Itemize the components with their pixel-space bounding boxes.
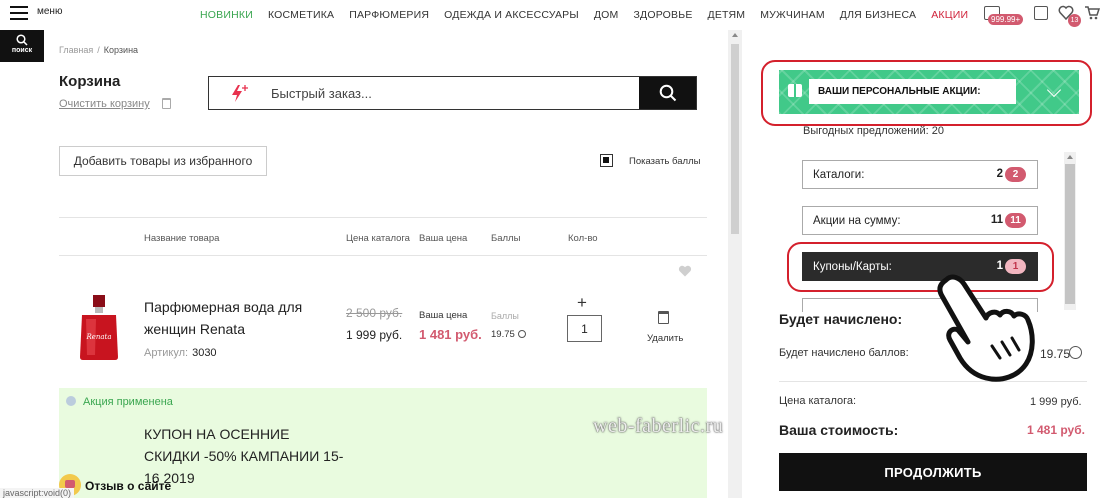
total-label: Ваша стоимость: — [779, 422, 899, 438]
offer-catalogs[interactable]: Каталоги: 2 2 — [802, 160, 1038, 189]
nav-item-cosmetics[interactable]: КОСМЕТИКА — [268, 9, 334, 21]
catalog-price: 1 999 руб. — [346, 328, 403, 342]
favorites-badge: 13 — [1068, 14, 1081, 27]
offer-count: 11 — [990, 214, 1003, 226]
nav-item-promotions[interactable]: АКЦИИ — [931, 9, 968, 21]
page-title: Корзина — [59, 73, 121, 90]
quick-order-search-button[interactable] — [639, 77, 696, 109]
nav-item-clothing[interactable]: ОДЕЖДА И АКСЕССУАРЫ — [444, 9, 579, 21]
your-price: 1 481 руб. — [419, 327, 482, 342]
scroll-up-arrow[interactable] — [1067, 155, 1073, 159]
points-number: 19.75 — [491, 329, 515, 340]
offers-scrollbar[interactable] — [1064, 152, 1076, 310]
col-header-points: Баллы — [491, 233, 521, 244]
nav-item-men[interactable]: МУЖЧИНАМ — [760, 9, 825, 21]
feedback-label: Отзыв о сайте — [85, 479, 172, 493]
article-label: Артикул: — [144, 347, 189, 359]
offer-label: Каталоги: — [813, 169, 865, 181]
nav-item-business[interactable]: ДЛЯ БИЗНЕСА — [840, 9, 916, 21]
divider — [59, 255, 707, 256]
status-bar-url: javascript:void(0) — [0, 488, 75, 498]
old-price: 2 500 руб. — [346, 306, 403, 320]
search-icon — [659, 84, 676, 102]
scrollbar-thumb[interactable] — [1065, 164, 1075, 304]
show-points-label: Показать баллы — [629, 156, 701, 167]
menu-label[interactable]: меню — [37, 6, 62, 17]
offer-label: Акции на сумму: — [813, 215, 901, 227]
promo-applied-label: Акция применена — [83, 396, 173, 408]
divider — [59, 217, 707, 218]
promo-applied-tag: Акция применена — [66, 396, 173, 408]
search-label: поиск — [11, 47, 33, 54]
favorite-heart-icon[interactable] — [678, 265, 692, 277]
nav-item-kids[interactable]: ДЕТЯМ — [708, 9, 746, 21]
catalog-icon[interactable] — [1034, 6, 1048, 20]
continue-button[interactable]: ПРОДОЛЖИТЬ — [779, 453, 1087, 491]
points-label: Баллы — [491, 311, 519, 321]
clock-icon — [1069, 346, 1082, 359]
nav-item-perfume[interactable]: ПАРФЮМЕРИЯ — [349, 9, 429, 21]
product-article: Артикул: 3030 — [144, 347, 217, 359]
accrued-points-label: Будет начислено баллов: — [779, 347, 909, 359]
lightning-icon — [232, 85, 248, 102]
show-points-toggle[interactable]: Показать баллы — [600, 154, 700, 167]
top-bar: меню НОВИНКИ КОСМЕТИКА ПАРФЮМЕРИЯ ОДЕЖДА… — [0, 0, 1100, 30]
offers-count: Выгодных предложений: 20 — [803, 125, 944, 137]
col-header-catalog-price: Цена каталога — [346, 233, 410, 244]
promo-description: КУПОН НА ОСЕННИЕ СКИДКИ -50% КАМПАНИИ 15… — [144, 426, 344, 486]
quick-order-bar — [208, 76, 697, 110]
cart-icon[interactable] — [1084, 6, 1100, 20]
article-number: 3030 — [192, 347, 217, 359]
site-feedback-button[interactable]: Отзыв о сайте — [59, 474, 171, 496]
col-header-qty: Кол-во — [568, 233, 598, 244]
main-nav: НОВИНКИ КОСМЕТИКА ПАРФЮМЕРИЯ ОДЕЖДА И АК… — [200, 9, 968, 21]
offer-badge: 11 — [1005, 213, 1026, 228]
total-value: 1 481 руб. — [1027, 423, 1085, 437]
quantity-input[interactable] — [567, 315, 602, 342]
clear-cart-link[interactable]: Очистить корзину — [59, 98, 150, 110]
product-image[interactable]: Renata — [78, 295, 120, 361]
clock-icon — [517, 330, 526, 338]
col-header-name: Название товара — [144, 233, 220, 244]
delete-button[interactable]: Удалить — [647, 333, 683, 344]
trash-icon[interactable] — [162, 98, 171, 109]
col-header-your-price: Ваша цена — [419, 233, 468, 244]
catalog-price-label: Цена каталога: — [779, 395, 857, 407]
scroll-up-arrow[interactable] — [732, 33, 738, 37]
breadcrumb-current: Корзина — [103, 45, 139, 55]
header-icons: 999.99+ 13 — [980, 4, 1100, 27]
offer-badge: 2 — [1005, 167, 1026, 182]
page-scrollbar[interactable] — [728, 30, 742, 498]
delete-icon[interactable] — [658, 311, 669, 324]
show-points-checkbox[interactable] — [600, 154, 613, 167]
qty-increase-button[interactable]: + — [577, 293, 587, 313]
pointing-hand-icon — [937, 274, 1035, 382]
promo-icon — [66, 396, 76, 406]
search-icon — [16, 34, 28, 46]
points-value: 19.75 — [491, 329, 526, 340]
quick-order-input[interactable] — [271, 83, 631, 103]
accrued-points-value: 19.75 — [1040, 347, 1071, 361]
wallet-badge: 999.99+ — [988, 14, 1024, 25]
search-button[interactable]: поиск — [0, 30, 44, 62]
nav-item-new[interactable]: НОВИНКИ — [200, 9, 253, 21]
breadcrumb-home[interactable]: Главная — [59, 45, 93, 55]
nav-item-home[interactable]: ДОМ — [594, 9, 619, 21]
highlight-ring — [761, 60, 1092, 126]
offer-count: 2 — [996, 168, 1003, 180]
svg-text:Renata: Renata — [85, 333, 111, 341]
accrued-title: Будет начислено: — [779, 311, 903, 327]
scrollbar-thumb[interactable] — [731, 44, 739, 234]
add-from-favorites-button[interactable]: Добавить товары из избранного — [59, 146, 267, 176]
your-price-label: Ваша цена — [419, 310, 468, 321]
catalog-price-value: 1 999 руб. — [1030, 396, 1082, 408]
nav-item-health[interactable]: ЗДОРОВЬЕ — [633, 9, 692, 21]
watermark-text: web-faberlic.ru — [593, 415, 724, 437]
menu-icon[interactable] — [10, 6, 28, 20]
breadcrumb-separator: / — [97, 45, 100, 55]
breadcrumb: Главная / Корзина — [59, 45, 138, 55]
product-name[interactable]: Парфюмерная вода для женщин Renata — [144, 296, 334, 340]
offer-sum-promos[interactable]: Акции на сумму: 11 11 — [802, 206, 1038, 235]
